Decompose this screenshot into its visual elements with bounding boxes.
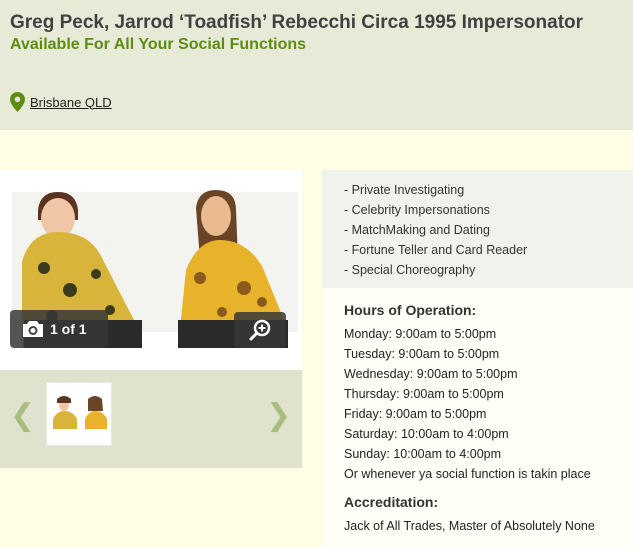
page-subtitle: Available For All Your Social Functions: [10, 36, 307, 53]
service-item: - Celebrity Impersonations: [344, 203, 490, 217]
accreditation-text: Jack of All Trades, Master of Absolutely…: [344, 519, 595, 533]
info-panel: Hours of Operation: Monday: 9:00am to 5:…: [322, 288, 633, 548]
hours-heading: Hours of Operation:: [344, 302, 477, 318]
zoom-button[interactable]: [234, 312, 286, 348]
service-item: - Private Investigating: [344, 183, 465, 197]
hours-row: Tuesday: 9:00am to 5:00pm: [344, 347, 500, 361]
photo-counter-label: 1 of 1: [50, 321, 87, 337]
main-photo[interactable]: 1 of 1: [0, 170, 302, 370]
zoom-in-icon: [249, 319, 271, 341]
services-list: - Private Investigating - Celebrity Impe…: [344, 180, 633, 280]
thumbnail-strip: ❮ ❯: [0, 370, 302, 468]
photo-gallery: 1 of 1 ❮ ❯: [0, 170, 302, 468]
hours-row: Or whenever ya social function is takin …: [344, 467, 591, 481]
prev-photo-button[interactable]: ❮: [10, 398, 35, 433]
page-title: Greg Peck, Jarrod ‘Toadfish’ Rebecchi Ci…: [10, 12, 584, 33]
listing-header: Greg Peck, Jarrod ‘Toadfish’ Rebecchi Ci…: [0, 0, 633, 130]
hours-row: Thursday: 9:00am to 5:00pm: [344, 387, 504, 401]
service-item: - Special Choreography: [344, 263, 476, 277]
thumbnail-image: [47, 383, 111, 445]
camera-icon: [23, 321, 43, 337]
location: Brisbane QLD: [10, 92, 112, 112]
hours-row: Monday: 9:00am to 5:00pm: [344, 327, 497, 341]
accreditation-heading: Accreditation:: [344, 494, 439, 510]
hours-row: Sunday: 10:00am to 4:00pm: [344, 447, 502, 461]
photo-counter: 1 of 1: [10, 310, 108, 348]
service-item: - Fortune Teller and Card Reader: [344, 243, 528, 257]
next-photo-button[interactable]: ❯: [266, 398, 291, 433]
hours-row: Saturday: 10:00am to 4:00pm: [344, 427, 509, 441]
service-item: - MatchMaking and Dating: [344, 223, 490, 237]
hours-row: Friday: 9:00am to 5:00pm: [344, 407, 487, 421]
photo-thumbnail[interactable]: [46, 382, 112, 446]
services-panel: - Private Investigating - Celebrity Impe…: [322, 170, 633, 288]
map-pin-icon: [10, 92, 25, 112]
hours-row: Wednesday: 9:00am to 5:00pm: [344, 367, 518, 381]
location-link[interactable]: Brisbane QLD: [30, 95, 112, 110]
